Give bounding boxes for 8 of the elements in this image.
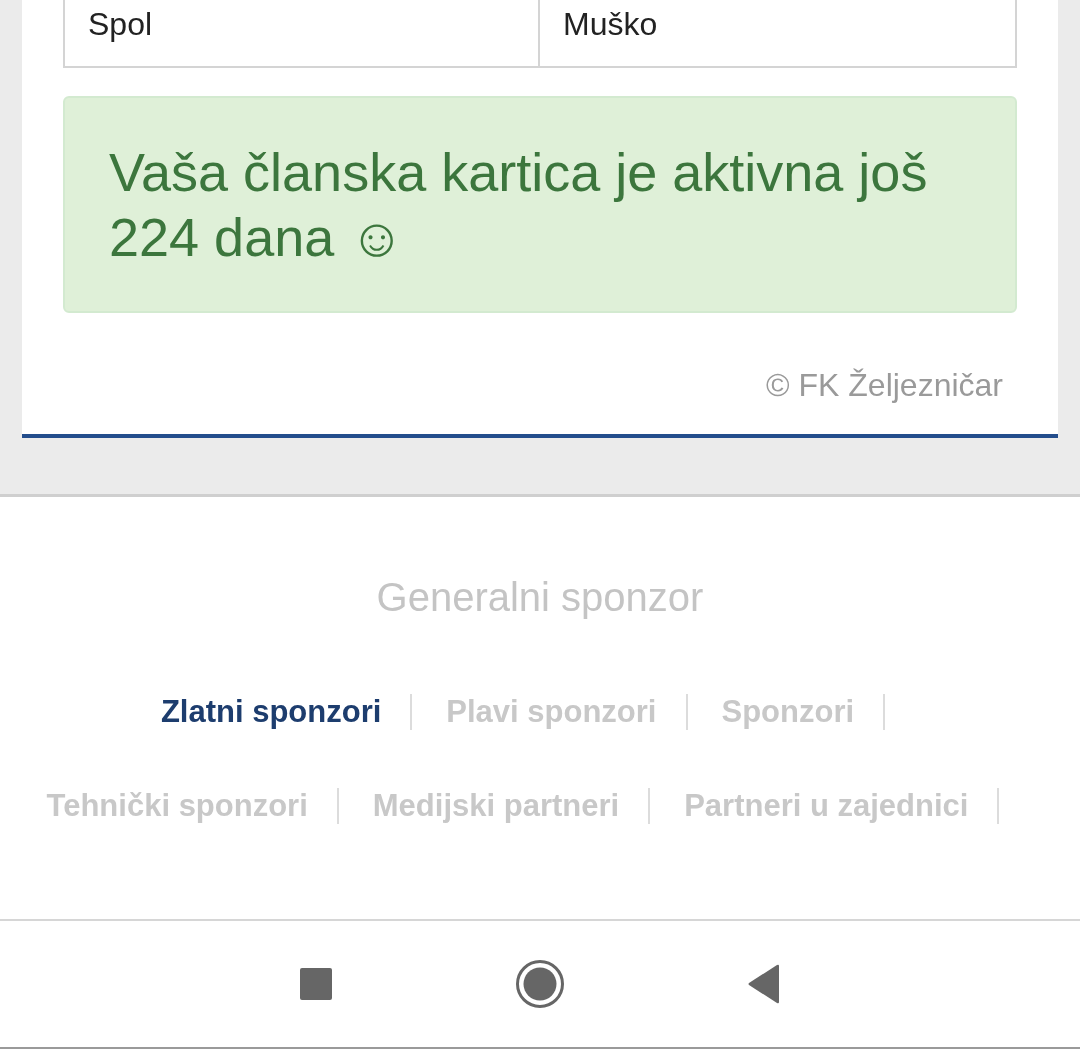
section-title: Generalni sponzor bbox=[375, 574, 705, 620]
category-tab[interactable]: Zlatni sponzori bbox=[160, 693, 382, 731]
table-cell-text: Muško bbox=[562, 5, 659, 44]
triangle-icon[interactable] bbox=[748, 964, 780, 1004]
table-cell: Spol bbox=[65, 0, 540, 66]
copyright-text: © FK Željezničar bbox=[766, 366, 1003, 404]
membership-message: Vaša članska kartica je aktivna još 224 dana ☺ bbox=[109, 142, 928, 267]
circle-icon[interactable] bbox=[516, 960, 564, 1008]
